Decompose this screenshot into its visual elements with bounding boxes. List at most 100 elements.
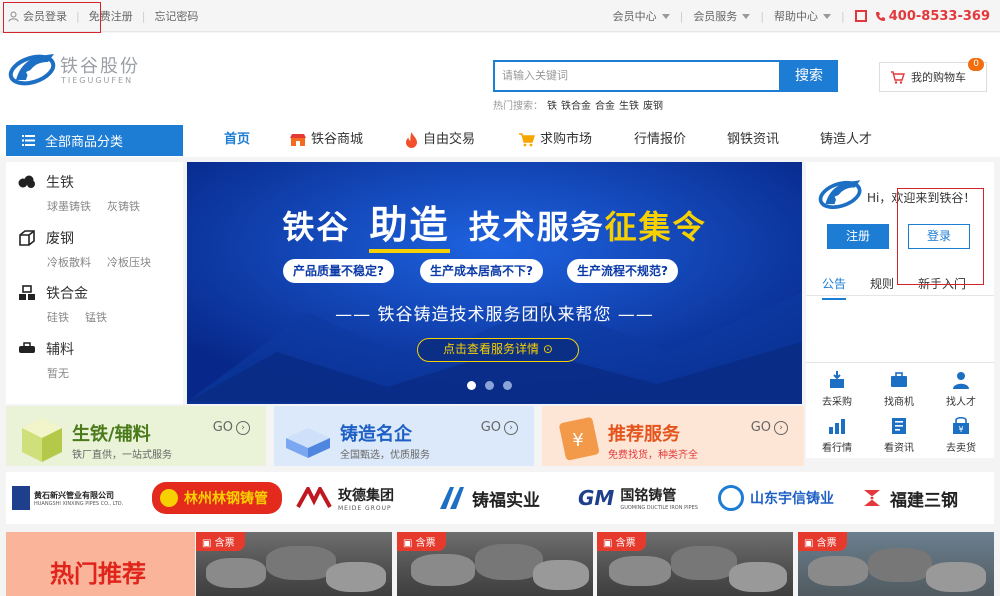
- tab-notice[interactable]: 公告: [822, 275, 847, 300]
- briefcase-icon: [890, 371, 908, 389]
- quick-link-sell[interactable]: ¥ 去卖货: [936, 416, 986, 454]
- promo-card-pig-iron[interactable]: 生铁/辅料 铁厂直供，一站式服务 GO ›: [6, 406, 266, 466]
- product-card[interactable]: ▣ 含票: [597, 532, 793, 596]
- nav-home[interactable]: 首页: [224, 123, 250, 157]
- quick-link-label: 看行情: [822, 443, 852, 454]
- brand-linzhou[interactable]: 林州林钢铸管: [152, 482, 282, 514]
- service-tag-icon: ¥: [559, 417, 600, 461]
- brand-zhufu[interactable]: 铸福实业: [436, 482, 566, 514]
- category-sub[interactable]: 灰铸铁: [107, 200, 140, 213]
- nav-talent[interactable]: 铸造人才: [820, 123, 872, 157]
- divider: |: [679, 9, 684, 23]
- invoice-tag: ▣ 含票: [597, 532, 646, 551]
- quick-link-market[interactable]: 看行情: [812, 417, 862, 454]
- cart-icon: [890, 70, 905, 84]
- banner-cta-button[interactable]: 点击查看服务详情 ⊙: [417, 338, 579, 362]
- invoice-tag: ▣ 含票: [798, 532, 847, 551]
- quick-link-opportunity[interactable]: 找商机: [874, 371, 924, 408]
- carousel-dot[interactable]: [485, 381, 494, 390]
- hotline[interactable]: 400-8533-369: [875, 9, 990, 24]
- brand-sub: GUOMING DUCTILE IRON PIPES: [620, 505, 698, 511]
- product-card[interactable]: ▣ 含票: [196, 532, 392, 596]
- help-center-menu[interactable]: 帮助中心: [774, 8, 832, 24]
- member-center-label: 会员中心: [612, 10, 657, 23]
- category-item[interactable]: 废钢 冷板散料 冷板压块: [18, 228, 167, 270]
- nav-purchase-market[interactable]: 求购市场: [519, 123, 592, 157]
- member-service-menu[interactable]: 会员服务: [693, 8, 751, 24]
- banner-subtitle: —— 铁谷铸造技术服务团队来帮您 ——: [335, 305, 654, 325]
- forgot-password-link[interactable]: 忘记密码: [154, 8, 198, 24]
- hot-keyword[interactable]: 生铁: [619, 101, 639, 112]
- category-sub[interactable]: 球墨铸铁: [47, 200, 91, 213]
- hot-recommend-banner[interactable]: 热门推荐: [6, 532, 195, 596]
- cart-button[interactable]: 我的购物车 0: [879, 58, 987, 92]
- invoice-tag: ▣ 含票: [196, 532, 245, 551]
- menu-icon: [22, 135, 35, 146]
- hot-keyword[interactable]: 废钢: [643, 101, 663, 112]
- promo-card-services[interactable]: ¥ 推荐服务 免费找货，种类齐全 GO ›: [542, 406, 804, 466]
- banner-pill: 生产流程不规范?: [567, 259, 678, 283]
- promo-card-enterprises[interactable]: 铸造名企 全国甄选，优质服务 GO ›: [274, 406, 534, 466]
- category-sub[interactable]: 暂无: [47, 367, 69, 380]
- quick-link-talent[interactable]: 找人才: [936, 371, 986, 408]
- product-card[interactable]: ▣ 含票: [798, 532, 994, 596]
- category-sub[interactable]: 锰铁: [85, 311, 107, 324]
- hot-keyword[interactable]: 合金: [595, 101, 615, 112]
- logo-text-cn[interactable]: 铁谷股份: [60, 52, 140, 78]
- category-sub[interactable]: 冷板压块: [107, 256, 151, 269]
- brand-huangshi[interactable]: 黄石新兴管业有限公司 HUANGSHI XINXING PIPES CO., L…: [12, 482, 142, 514]
- brand-sansteel[interactable]: 福建三钢: [860, 482, 988, 514]
- nav-free-trade[interactable]: 自由交易: [405, 123, 475, 157]
- hero-banner[interactable]: 铁谷 助造 技术服务征集令 产品质量不稳定? 生产成本居高不下? 生产流程不规范…: [187, 162, 802, 404]
- brand-name: 铸福实业: [472, 490, 540, 511]
- category-sub[interactable]: 冷板散料: [47, 256, 91, 269]
- quick-link-purchase[interactable]: 去采购: [812, 371, 862, 408]
- nav-purchase-market-label: 求购市场: [540, 132, 593, 147]
- category-sub[interactable]: 硅铁: [47, 311, 69, 324]
- quick-link-news[interactable]: 看资讯: [874, 417, 924, 454]
- brand-yuxin[interactable]: 山东宇信铸业: [718, 482, 850, 514]
- promo-go[interactable]: GO ›: [751, 420, 788, 435]
- invoice-icon: ▣: [603, 538, 616, 549]
- category-item[interactable]: 铁合金 硅铁 锰铁: [18, 283, 123, 325]
- chart-icon: [828, 417, 846, 435]
- quick-link-label: 找商机: [884, 397, 914, 408]
- logo-icon[interactable]: [8, 50, 58, 91]
- banner-title-part: 技术服务: [468, 208, 605, 246]
- product-image: [533, 560, 589, 590]
- brand-meide[interactable]: 玫德集团 MEIDE GROUP: [296, 482, 426, 514]
- category-item[interactable]: 辅料 暂无: [18, 339, 85, 381]
- product-card[interactable]: ▣ 含票: [397, 532, 593, 596]
- promo-go-label: GO: [480, 420, 501, 435]
- sell-icon: ¥: [952, 416, 970, 435]
- all-categories-button[interactable]: 全部商品分类: [6, 125, 183, 156]
- hot-keyword[interactable]: 铁: [547, 101, 557, 112]
- promo-title: 推荐服务: [608, 424, 680, 445]
- invoice-icon: ▣: [202, 538, 215, 549]
- chevron-right-icon: ›: [236, 420, 250, 435]
- nav-news[interactable]: 钢铁资讯: [727, 123, 779, 157]
- member-center-menu[interactable]: 会员中心: [613, 8, 670, 24]
- huangshi-logo-icon: [12, 486, 30, 510]
- nav-mall[interactable]: 铁谷商城: [290, 123, 363, 157]
- hot-keyword[interactable]: 铁合金: [561, 101, 591, 112]
- product-image: [609, 556, 671, 586]
- search-button[interactable]: 搜索: [780, 60, 838, 92]
- carousel-dot[interactable]: [503, 381, 512, 390]
- brand-guoming[interactable]: GM 国铭铸管 GUOMING DUCTILE IRON PIPES: [578, 482, 712, 514]
- register-button[interactable]: 注册: [827, 224, 889, 249]
- category-item[interactable]: 生铁 球墨铸铁 灰铸铁: [18, 172, 156, 214]
- news-icon: [890, 417, 908, 435]
- person-icon: [952, 371, 970, 389]
- search-input[interactable]: 请输入关键词: [493, 60, 781, 92]
- promo-go[interactable]: GO ›: [481, 420, 518, 435]
- nav-quotes[interactable]: 行情报价: [634, 123, 686, 157]
- brand-name: 林州林钢铸管: [184, 491, 268, 507]
- banner-title-part: 铁谷: [282, 208, 351, 246]
- carousel-dots: [467, 381, 521, 390]
- brand-name: 黄石新兴管业有限公司: [34, 490, 114, 500]
- carousel-dot[interactable]: [467, 381, 476, 390]
- promo-go[interactable]: GO ›: [213, 420, 250, 435]
- tab-rules[interactable]: 规则: [870, 275, 894, 292]
- category-title: 铁合金: [46, 286, 88, 302]
